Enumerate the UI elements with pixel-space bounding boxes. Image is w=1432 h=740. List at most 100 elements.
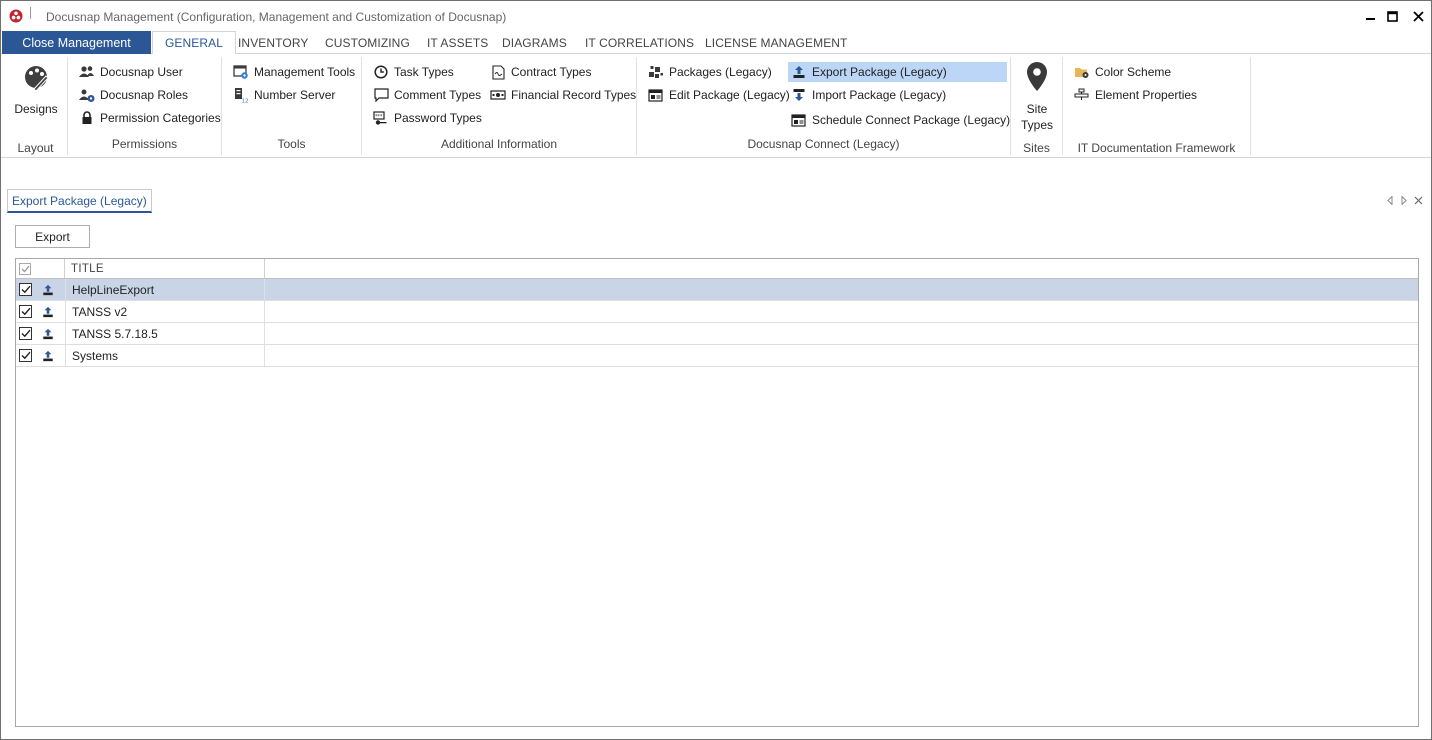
docusnap-user-label: Docusnap User	[100, 65, 183, 79]
svg-text:123: 123	[242, 99, 250, 104]
scroll-left-icon[interactable]	[1385, 194, 1395, 206]
number-server-button[interactable]: 123 Number Server	[230, 85, 339, 105]
scroll-right-icon[interactable]	[1399, 194, 1409, 206]
window-title: Docusnap Management (Configuration, Mana…	[46, 10, 507, 24]
tab-inventory[interactable]: INVENTORY	[226, 31, 320, 54]
group-label-sites: Sites	[1023, 141, 1050, 155]
contract-types-label: Contract Types	[511, 65, 592, 79]
contract-document-icon	[490, 64, 506, 80]
color-scheme-icon	[1074, 64, 1090, 80]
docusnap-roles-label: Docusnap Roles	[100, 88, 189, 102]
element-properties-button[interactable]: Element Properties	[1071, 85, 1201, 105]
color-scheme-label: Color Scheme	[1095, 65, 1172, 79]
column-header-title[interactable]: TITLE	[65, 259, 265, 278]
tab-customizing[interactable]: CUSTOMIZING	[313, 31, 422, 54]
designs-button[interactable]: Designs	[12, 61, 60, 117]
title-bar: Docusnap Management (Configuration, Mana…	[1, 1, 1431, 31]
management-tools-label: Management Tools	[254, 65, 356, 79]
group-sites: Site Types Sites	[1011, 57, 1063, 155]
export-package-legacy-button[interactable]: Export Package (Legacy)	[788, 62, 1007, 82]
palette-brush-icon	[20, 61, 52, 93]
password-types-button[interactable]: *** Password Types	[370, 108, 486, 128]
group-label-docusnap-connect: Docusnap Connect (Legacy)	[747, 137, 900, 151]
export-upload-icon	[42, 328, 54, 340]
row-checkbox[interactable]	[19, 283, 32, 296]
tab-general[interactable]: GENERAL	[152, 31, 237, 55]
group-label-permissions: Permissions	[111, 137, 178, 151]
element-properties-icon	[1074, 87, 1090, 103]
color-scheme-button[interactable]: Color Scheme	[1071, 62, 1175, 82]
site-types-button[interactable]: Site Types	[1015, 61, 1059, 133]
group-label-it-documentation-framework: IT Documentation Framework	[1077, 141, 1236, 155]
permission-categories-button[interactable]: Permission Categories	[76, 108, 225, 128]
comment-types-button[interactable]: Comment Types	[370, 85, 485, 105]
group-label-layout: Layout	[17, 141, 54, 155]
table-row[interactable]: TANSS v2	[16, 301, 1418, 323]
maximize-button[interactable]	[1379, 5, 1405, 27]
password-types-label: Password Types	[394, 111, 482, 125]
import-download-icon	[791, 87, 807, 103]
edit-package-icon	[648, 87, 664, 103]
tab-it-assets[interactable]: IT ASSETS	[415, 31, 500, 54]
app-window: Docusnap Management (Configuration, Mana…	[0, 0, 1432, 740]
row-title: TANSS 5.7.18.5	[65, 323, 265, 344]
document-tab-export-package[interactable]: Export Package (Legacy)	[7, 189, 152, 213]
comment-icon	[373, 87, 389, 103]
row-checkbox[interactable]	[19, 349, 32, 362]
tab-diagrams[interactable]: DIAGRAMS	[490, 31, 579, 54]
group-additional-information: Task Types Comment Types *** Password Ty…	[362, 57, 637, 155]
server-icon: 123	[233, 87, 249, 103]
map-pin-icon	[1022, 61, 1052, 93]
element-properties-label: Element Properties	[1095, 88, 1198, 102]
row-checkbox[interactable]	[19, 327, 32, 340]
import-package-legacy-button[interactable]: Import Package (Legacy)	[788, 85, 950, 105]
schedule-connect-package-legacy-button[interactable]: Schedule Connect Package (Legacy)	[788, 110, 1014, 130]
export-package-legacy-label: Export Package (Legacy)	[812, 65, 947, 79]
password-key-icon: ***	[373, 110, 389, 126]
row-checkbox[interactable]	[19, 305, 32, 318]
table-row[interactable]: Systems	[16, 345, 1418, 367]
close-document-icon[interactable]	[1413, 194, 1423, 206]
roles-icon	[79, 87, 95, 103]
schedule-package-icon	[791, 112, 807, 128]
site-types-label: Site Types	[1020, 102, 1053, 132]
comment-types-label: Comment Types	[394, 88, 482, 102]
ribbon: Designs Layout Docusnap User Docusnap Ro…	[1, 54, 1431, 158]
users-icon	[79, 64, 95, 80]
tab-it-correlations[interactable]: IT CORRELATIONS	[573, 31, 706, 54]
export-upload-icon	[791, 64, 807, 80]
docusnap-logo-icon[interactable]	[9, 9, 23, 23]
row-controls	[16, 345, 65, 366]
management-tools-button[interactable]: Management Tools	[230, 62, 359, 82]
edit-package-legacy-button[interactable]: Edit Package (Legacy)	[645, 85, 794, 105]
svg-text:***: ***	[375, 114, 383, 120]
packages-grid: TITLE HelpLineExport TANSS v2 TANSS 5.7.…	[15, 258, 1419, 727]
task-types-button[interactable]: Task Types	[370, 62, 458, 82]
export-button[interactable]: Export	[15, 225, 90, 248]
row-title: TANSS v2	[65, 301, 265, 322]
table-row[interactable]: HelpLineExport	[16, 279, 1418, 301]
packages-legacy-button[interactable]: Packages (Legacy)	[645, 62, 776, 82]
docusnap-user-button[interactable]: Docusnap User	[76, 62, 187, 82]
export-upload-icon	[42, 350, 54, 362]
contract-types-button[interactable]: Contract Types	[487, 62, 595, 82]
lock-icon	[79, 110, 95, 126]
tab-license-management[interactable]: LICENSE MANAGEMENT	[693, 31, 860, 54]
financial-record-types-button[interactable]: Financial Record Types	[487, 85, 640, 105]
export-upload-icon	[42, 284, 54, 296]
number-server-label: Number Server	[254, 88, 336, 102]
clock-icon	[373, 64, 389, 80]
select-all-header[interactable]	[16, 259, 65, 278]
group-it-documentation-framework: Color Scheme Element Properties IT Docum…	[1063, 57, 1251, 155]
docusnap-roles-button[interactable]: Docusnap Roles	[76, 85, 192, 105]
export-upload-icon	[42, 306, 54, 318]
select-all-checkbox[interactable]	[19, 262, 31, 275]
table-row[interactable]: TANSS 5.7.18.5	[16, 323, 1418, 345]
close-management-button[interactable]: Close Management	[2, 31, 151, 54]
group-label-tools: Tools	[277, 137, 306, 151]
group-layout: Designs Layout	[4, 57, 68, 155]
close-window-button[interactable]	[1405, 5, 1431, 27]
grid-header: TITLE	[16, 259, 1418, 279]
group-tools: Management Tools 123 Number Server Tools	[222, 57, 362, 155]
tools-window-icon	[233, 64, 249, 80]
